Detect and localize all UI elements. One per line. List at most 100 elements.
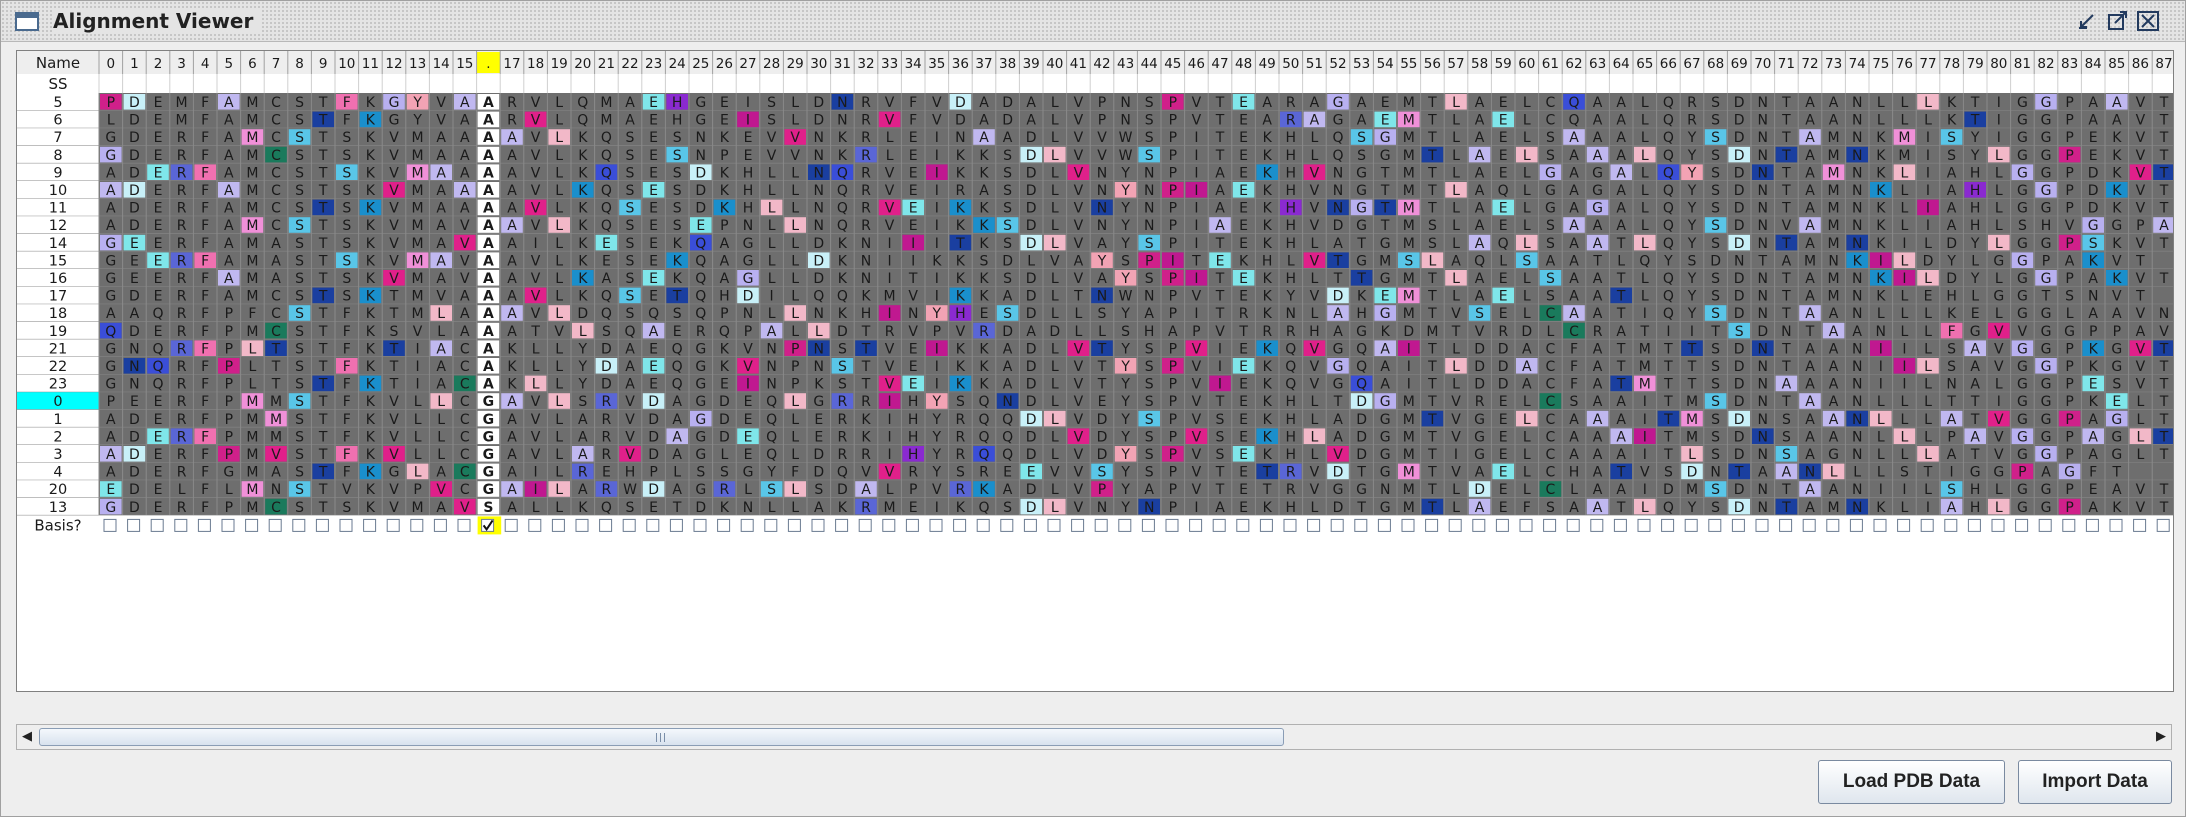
residue-cell[interactable]: H <box>1286 500 1297 516</box>
residue-cell[interactable]: V <box>460 236 470 252</box>
residue-cell[interactable]: A <box>1947 447 1957 463</box>
basis-checkbox[interactable] <box>1731 518 1745 532</box>
residue-cell[interactable]: N <box>129 359 139 375</box>
residue-cell[interactable]: G <box>2017 253 2028 269</box>
residue-cell[interactable]: V <box>1074 130 1084 146</box>
basis-checkbox[interactable] <box>1849 518 1863 532</box>
residue-cell[interactable]: G <box>1993 289 2004 305</box>
residue-cell[interactable]: T <box>1781 341 1791 357</box>
residue-cell[interactable]: I <box>888 236 892 252</box>
residue-cell[interactable]: Q <box>1568 113 1579 129</box>
residue-cell[interactable]: L <box>1924 236 1932 252</box>
residue-cell[interactable]: T <box>318 201 328 217</box>
residue-cell[interactable]: S <box>1711 201 1720 217</box>
residue-cell[interactable]: D <box>1026 271 1037 287</box>
residue-cell[interactable]: L <box>437 447 445 463</box>
residue-cell[interactable]: Y <box>1120 377 1130 393</box>
residue-cell[interactable]: A <box>1451 253 1461 269</box>
residue-cell[interactable]: V <box>1074 218 1084 234</box>
residue-cell[interactable]: M <box>176 113 188 129</box>
residue-cell[interactable]: V <box>1192 95 1202 111</box>
residue-cell[interactable]: Q <box>601 306 612 322</box>
residue-cell[interactable]: L <box>555 165 563 181</box>
residue-cell[interactable]: P <box>649 465 657 481</box>
residue-cell[interactable]: A <box>578 447 588 463</box>
residue-cell[interactable]: Y <box>578 377 588 393</box>
residue-cell[interactable]: L <box>437 394 445 410</box>
residue-cell[interactable]: T <box>1097 341 1107 357</box>
residue-cell[interactable]: G <box>1333 95 1344 111</box>
residue-cell[interactable]: K <box>814 377 824 393</box>
residue-cell[interactable]: F <box>343 95 351 111</box>
residue-cell[interactable]: A <box>1333 324 1343 340</box>
horizontal-scrollbar[interactable]: ◀ ▶ <box>16 724 2172 750</box>
residue-cell[interactable]: S <box>1711 130 1720 146</box>
residue-cell[interactable]: N <box>814 148 824 164</box>
residue-cell[interactable]: V <box>885 95 895 111</box>
residue-cell[interactable]: L <box>768 165 776 181</box>
residue-cell[interactable]: M <box>246 394 258 410</box>
residue-cell[interactable]: A <box>460 306 470 322</box>
residue-cell[interactable]: K <box>956 148 966 164</box>
residue-cell[interactable]: L <box>1995 306 2003 322</box>
residue-cell[interactable]: N <box>1144 218 1154 234</box>
residue-cell[interactable]: D <box>813 236 824 252</box>
residue-cell[interactable]: K <box>366 271 376 287</box>
residue-cell[interactable]: S <box>295 306 304 322</box>
residue-cell[interactable]: A <box>224 165 234 181</box>
residue-cell[interactable]: A <box>1593 429 1603 445</box>
residue-cell[interactable]: Y <box>1687 165 1697 181</box>
residue-cell[interactable]: M <box>1403 218 1415 234</box>
residue-cell[interactable]: S <box>1145 465 1154 481</box>
residue-cell[interactable]: P <box>2065 377 2073 393</box>
residue-cell[interactable]: I <box>1926 218 1930 234</box>
residue-cell[interactable]: V <box>460 500 470 516</box>
residue-cell[interactable]: T <box>1356 500 1366 516</box>
residue-cell[interactable]: R <box>177 394 187 410</box>
residue-cell[interactable]: H <box>1970 218 1981 234</box>
residue-cell[interactable]: L <box>1051 412 1059 428</box>
residue-cell[interactable]: A <box>483 271 494 287</box>
residue-cell[interactable]: L <box>1310 394 1318 410</box>
residue-cell[interactable]: S <box>1216 412 1225 428</box>
residue-cell[interactable]: P <box>1169 113 1177 129</box>
residue-cell[interactable]: R <box>1475 394 1485 410</box>
residue-cell[interactable]: G <box>1380 236 1391 252</box>
column-header[interactable]: 25 <box>692 56 709 72</box>
residue-cell[interactable]: I <box>935 201 939 217</box>
basis-checkbox[interactable] <box>1023 518 1037 532</box>
residue-cell[interactable]: S <box>342 148 351 164</box>
residue-cell[interactable]: L <box>1877 306 1885 322</box>
residue-cell[interactable]: E <box>1499 465 1508 481</box>
residue-cell[interactable]: S <box>342 165 351 181</box>
residue-cell[interactable]: S <box>1003 306 1012 322</box>
residue-cell[interactable]: A <box>1522 359 1532 375</box>
residue-cell[interactable]: M <box>1828 148 1840 164</box>
residue-cell[interactable]: L <box>1523 113 1531 129</box>
residue-cell[interactable]: I <box>1407 341 1411 357</box>
column-header[interactable]: 78 <box>1943 56 1960 72</box>
residue-cell[interactable]: E <box>1499 289 1508 305</box>
residue-cell[interactable]: S <box>1098 306 1107 322</box>
residue-cell[interactable]: G <box>223 465 234 481</box>
residue-cell[interactable]: V <box>1074 113 1084 129</box>
residue-cell[interactable]: H <box>1286 271 1297 287</box>
residue-cell[interactable]: H <box>743 201 754 217</box>
residue-cell[interactable]: L <box>1641 236 1649 252</box>
residue-cell[interactable]: V <box>1074 465 1084 481</box>
residue-cell[interactable]: M <box>1403 306 1415 322</box>
residue-cell[interactable]: A <box>1569 412 1579 428</box>
residue-cell[interactable]: M <box>412 306 424 322</box>
residue-cell[interactable]: Q <box>672 377 683 393</box>
residue-cell[interactable]: I <box>1643 394 1647 410</box>
residue-cell[interactable]: V <box>861 465 871 481</box>
residue-cell[interactable]: V <box>2112 289 2122 305</box>
residue-cell[interactable]: R <box>956 412 966 428</box>
residue-cell[interactable]: S <box>673 218 682 234</box>
residue-cell[interactable]: E <box>154 289 163 305</box>
residue-cell[interactable]: D <box>1333 218 1344 234</box>
residue-cell[interactable]: A <box>507 236 517 252</box>
residue-cell[interactable]: F <box>1570 341 1578 357</box>
residue-cell[interactable]: S <box>295 465 304 481</box>
residue-cell[interactable]: A <box>1569 253 1579 269</box>
